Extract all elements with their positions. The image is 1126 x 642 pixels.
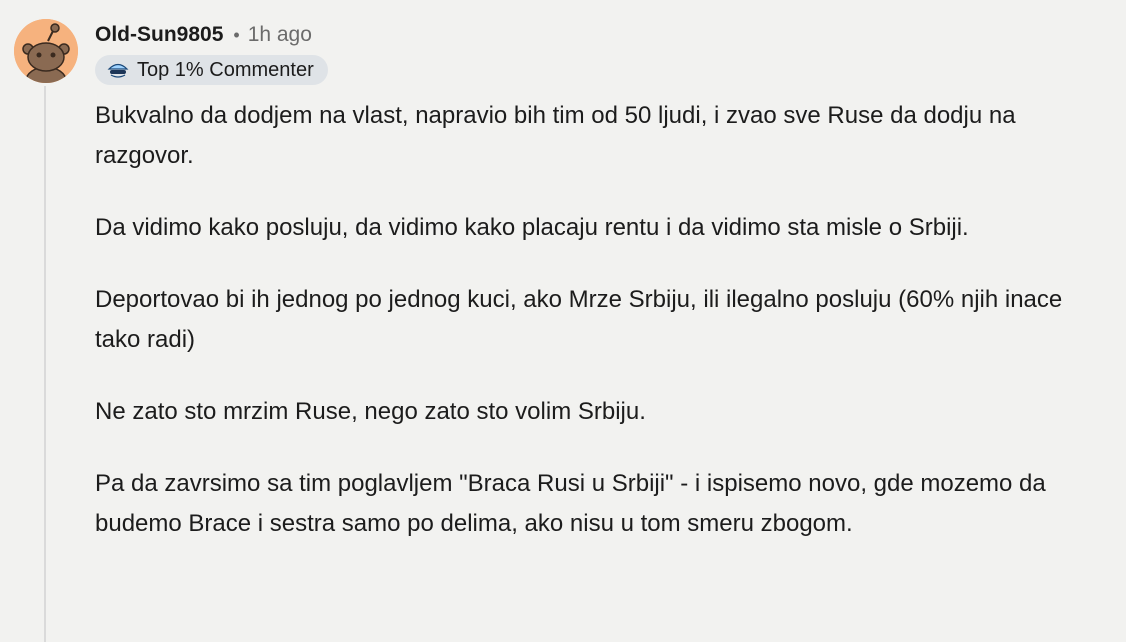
- flair-label: Top 1% Commenter: [137, 58, 314, 81]
- user-flair-badge[interactable]: Top 1% Commenter: [95, 55, 328, 85]
- thread-line[interactable]: [44, 86, 46, 642]
- comment-header: Old-Sun9805 • 1h ago: [95, 20, 312, 50]
- separator-dot: •: [233, 24, 240, 45]
- top-commenter-icon: [107, 63, 129, 78]
- snoo-avatar-icon: [14, 19, 78, 83]
- comment-paragraph: Pa da zavrsimo sa tim poglavljem "Braca …: [95, 470, 1046, 537]
- comment-body: Bukvalno da dodjem na vlast, napravio bi…: [95, 96, 1105, 576]
- comment-paragraph: Deportovao bi ih jednog po jednog kuci, …: [95, 286, 1063, 353]
- comment-paragraph: Ne zato sto mrzim Ruse, nego zato sto vo…: [95, 398, 646, 425]
- avatar[interactable]: [14, 19, 78, 83]
- username-link[interactable]: Old-Sun9805: [95, 23, 223, 47]
- comment-paragraph: Da vidimo kako posluju, da vidimo kako p…: [95, 214, 969, 241]
- timestamp[interactable]: 1h ago: [248, 23, 312, 47]
- comment-paragraph: Bukvalno da dodjem na vlast, napravio bi…: [95, 102, 1016, 169]
